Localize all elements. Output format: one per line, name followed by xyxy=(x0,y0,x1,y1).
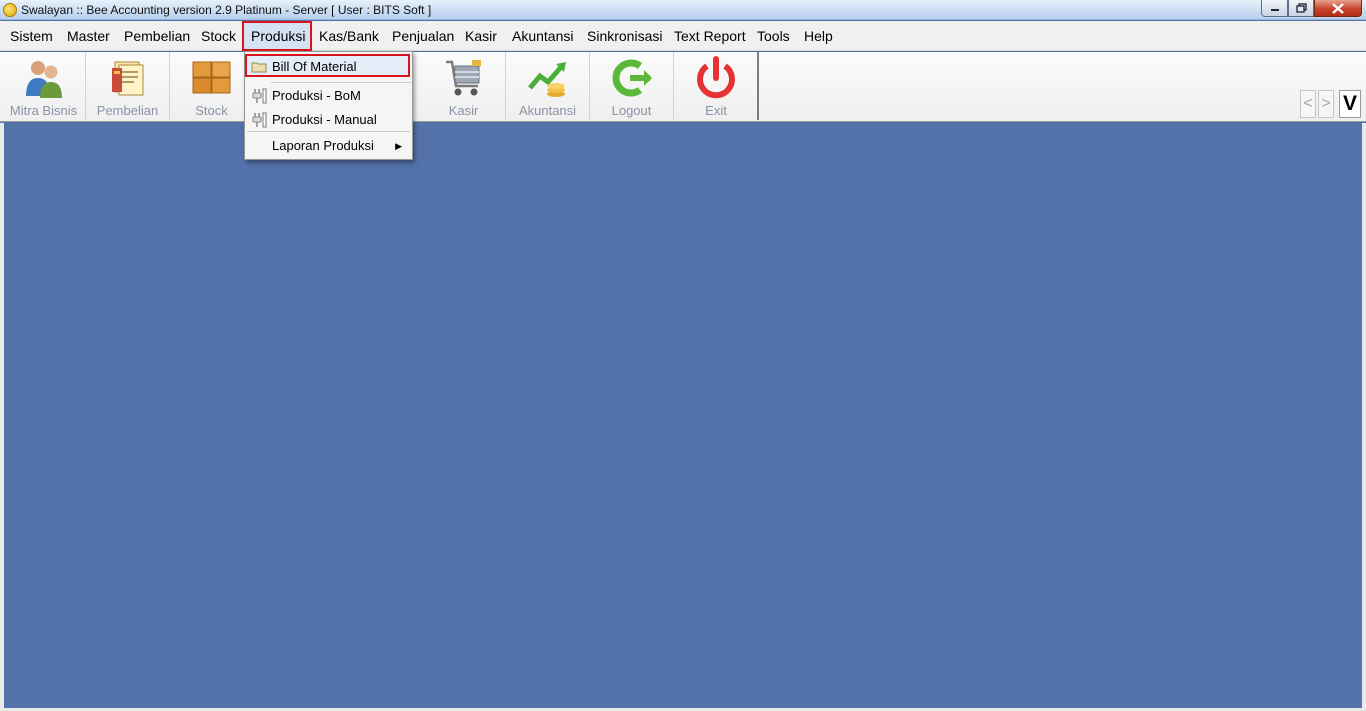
purchase-icon xyxy=(111,61,143,96)
menu-help[interactable]: Help xyxy=(802,21,835,51)
menu-tools[interactable]: Tools xyxy=(755,21,792,51)
menu-kas-bank[interactable]: Kas/Bank xyxy=(317,21,381,51)
menu-text-report[interactable]: Text Report xyxy=(672,21,748,51)
menu-stock[interactable]: Stock xyxy=(199,21,238,51)
menu-pembelian[interactable]: Pembelian xyxy=(122,21,192,51)
menu-separator xyxy=(271,82,411,83)
menu-item-label: Produksi - BoM xyxy=(272,88,361,103)
plug-icon xyxy=(252,112,267,128)
close-icon xyxy=(1332,2,1344,14)
toolbar-logout-button[interactable]: Logout xyxy=(590,52,674,120)
minimize-button[interactable] xyxy=(1261,0,1288,17)
nav-toggle-button[interactable]: V xyxy=(1339,90,1361,118)
menu-master[interactable]: Master xyxy=(65,21,112,51)
toolbar-label: Logout xyxy=(611,103,652,118)
menu-item-bill-of-material[interactable]: Bill Of Material xyxy=(245,54,410,77)
menu-kasir[interactable]: Kasir xyxy=(463,21,499,51)
nav-prev-button[interactable]: < xyxy=(1300,90,1316,118)
toolbar-label: Stock xyxy=(195,103,228,118)
toolbar-label: Kasir xyxy=(448,103,479,118)
toolbar-mitra-bisnis-button[interactable]: Mitra Bisnis xyxy=(2,52,86,120)
plug-icon xyxy=(252,88,267,104)
menu-akuntansi[interactable]: Akuntansi xyxy=(510,21,575,51)
toolbar-stock-button[interactable]: Stock xyxy=(170,52,254,120)
menu-item-label: Bill Of Material xyxy=(272,59,357,74)
toolbar-exit-button[interactable]: Exit xyxy=(674,52,758,120)
mdi-workspace xyxy=(0,123,1366,711)
chart-coins-icon xyxy=(527,62,566,97)
toolbar: Mitra Bisnis Pembelian Stock Kasir Akunt… xyxy=(0,52,1366,122)
toolbar-divider xyxy=(757,52,759,120)
menu-produksi[interactable]: Produksi xyxy=(242,21,312,51)
cart-icon xyxy=(445,60,481,96)
menu-item-label: Produksi - Manual xyxy=(272,112,377,127)
submenu-arrow-icon: ▶ xyxy=(395,141,402,151)
menu-sinkronisasi[interactable]: Sinkronisasi xyxy=(585,21,664,51)
title-bar: Swalayan :: Bee Accounting version 2.9 P… xyxy=(0,0,1366,20)
close-button[interactable] xyxy=(1314,0,1362,17)
menu-item-laporan-produksi[interactable]: Laporan Produksi ▶ xyxy=(247,135,410,158)
menu-bar: Sistem Master Pembelian Stock Produksi K… xyxy=(0,21,1366,51)
menu-sistem[interactable]: Sistem xyxy=(8,21,55,51)
menu-item-produksi-bom[interactable]: Produksi - BoM xyxy=(247,85,410,108)
window-title: Swalayan :: Bee Accounting version 2.9 P… xyxy=(21,3,432,17)
power-icon xyxy=(697,56,735,99)
toolbar-label: Mitra Bisnis xyxy=(9,103,78,118)
nav-next-button[interactable]: > xyxy=(1318,90,1334,118)
menu-separator xyxy=(247,131,410,132)
app-icon xyxy=(3,3,17,17)
minimize-icon xyxy=(1270,9,1279,11)
logout-icon xyxy=(612,59,652,97)
toolbar-label: Pembelian xyxy=(96,103,159,118)
restore-button[interactable] xyxy=(1288,0,1314,17)
partners-icon xyxy=(25,61,62,98)
toolbar-akuntansi-button[interactable]: Akuntansi xyxy=(506,52,590,120)
boxes-icon xyxy=(192,61,230,94)
produksi-dropdown: Bill Of Material Produksi - BoM Produksi… xyxy=(244,51,413,160)
restore-icon xyxy=(1295,3,1307,13)
toolbar-pembelian-button[interactable]: Pembelian xyxy=(86,52,170,120)
toolbar-label: Exit xyxy=(705,103,727,118)
menu-item-produksi-manual[interactable]: Produksi - Manual xyxy=(247,109,410,132)
toolbar-kasir-button[interactable]: Kasir xyxy=(422,52,506,120)
folder-icon xyxy=(251,62,267,73)
menu-item-label: Laporan Produksi xyxy=(272,138,374,153)
toolbar-label: Akuntansi xyxy=(518,103,577,118)
menu-penjualan[interactable]: Penjualan xyxy=(390,21,456,51)
